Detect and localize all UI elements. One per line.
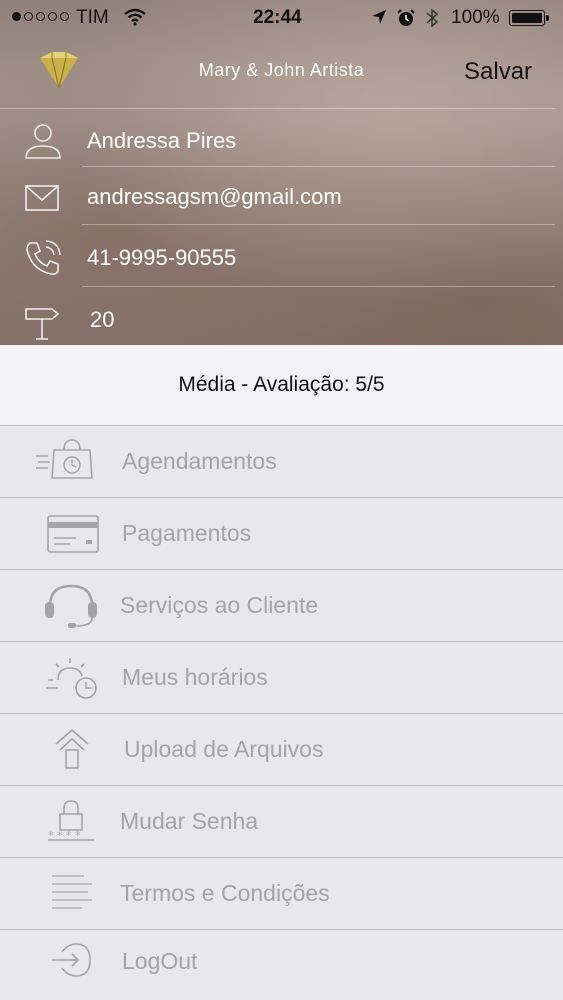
menu-item-logout[interactable]: LogOut	[0, 929, 563, 1000]
menu-item-upload-arquivos[interactable]: Upload de Arquivos	[0, 713, 563, 785]
lock-icon: * * * *	[44, 798, 104, 846]
menu-item-label: Pagamentos	[122, 520, 252, 546]
shopping-bag-clock-icon	[34, 438, 94, 486]
menu-item-label: Mudar Senha	[120, 808, 259, 834]
menu-item-label: Termos e Condições	[120, 880, 330, 906]
bluetooth-icon	[425, 8, 439, 34]
menu-item-label: Meus horários	[122, 664, 268, 690]
divider	[82, 286, 555, 287]
svg-text:* * * *: * * * *	[48, 829, 81, 842]
status-bar: TIM 22:44 100%	[0, 0, 563, 36]
menu-item-agendamentos[interactable]: Agendamentos	[0, 425, 563, 497]
wifi-icon	[124, 8, 146, 32]
envelope-icon	[22, 176, 64, 218]
profile-name-row[interactable]: Andressa Pires	[0, 110, 563, 170]
menu-item-mudar-senha[interactable]: * * * * Mudar Senha	[0, 785, 563, 857]
menu-item-pagamentos[interactable]: Pagamentos	[0, 497, 563, 569]
menu-item-label: LogOut	[122, 948, 198, 974]
menu-item-termos-condicoes[interactable]: Termos e Condições	[0, 857, 563, 929]
battery-percentage: 100%	[451, 7, 500, 28]
profile-email-row[interactable]: andressagsm@gmail.com	[0, 166, 563, 226]
menu-item-label: Upload de Arquivos	[124, 736, 324, 762]
location-arrow-icon	[371, 9, 387, 31]
menu-item-label: Agendamentos	[122, 448, 277, 474]
divider	[0, 108, 555, 109]
menu-item-servicos-cliente[interactable]: Serviços ao Cliente	[0, 569, 563, 641]
profile-number: 20	[90, 307, 115, 332]
carrier-name: TIM	[76, 7, 109, 28]
sun-clock-icon	[44, 654, 104, 702]
signal-strength-icon	[12, 12, 69, 21]
divider	[82, 224, 555, 225]
alarm-clock-icon	[396, 8, 416, 34]
save-button[interactable]: Salvar	[464, 58, 532, 86]
headset-icon	[42, 582, 102, 630]
profile-phone: 41-9995-90555	[87, 245, 237, 270]
profile-email: andressagsm@gmail.com	[87, 184, 342, 209]
menu-item-label: Serviços ao Cliente	[120, 592, 319, 618]
menu-item-meus-horarios[interactable]: Meus horários	[0, 641, 563, 713]
logout-icon	[48, 938, 108, 986]
rating-bar: Média - Avaliação: 5/5	[0, 345, 563, 425]
phone-icon	[22, 237, 64, 279]
text-lines-icon	[48, 870, 108, 918]
profile-number-row[interactable]: 20	[0, 289, 563, 345]
user-icon	[22, 120, 64, 162]
battery-icon	[509, 10, 549, 26]
rating-text: Média - Avaliação: 5/5	[178, 373, 385, 396]
signpost-icon	[22, 299, 64, 341]
credit-card-icon	[46, 510, 106, 558]
clock-time: 22:44	[253, 7, 302, 28]
upload-arrow-icon	[52, 726, 112, 774]
profile-header-background: TIM 22:44 100% Mary & John Artista Salva…	[0, 0, 563, 345]
profile-name: Andressa Pires	[87, 128, 237, 153]
profile-phone-row[interactable]: 41-9995-90555	[0, 227, 563, 287]
